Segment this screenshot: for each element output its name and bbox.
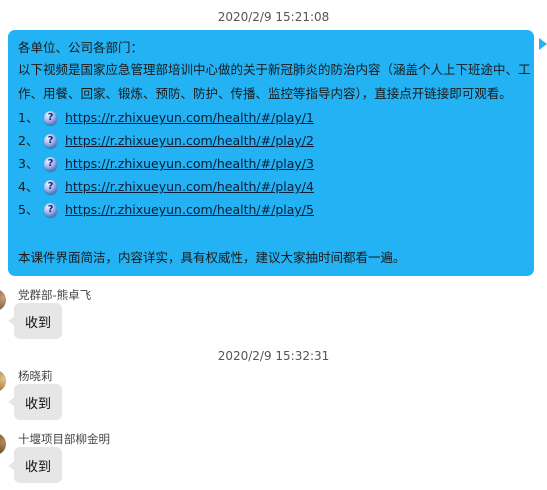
- message-timestamp: 2020/2/9 15:21:08: [217, 10, 330, 24]
- bubble-tail: [539, 38, 547, 50]
- video-link[interactable]: https://r.zhixueyun.com/health/#/play/4: [65, 178, 314, 196]
- link-row: 2、 ? https://r.zhixueyun.com/health/#/pl…: [18, 132, 314, 150]
- avatar[interactable]: [0, 433, 6, 455]
- notice-message-bubble: 各单位、公司各部门： 以下视频是国家应急管理部培训中心做的关于新冠肺炎的防治内容…: [8, 30, 534, 276]
- sender-name: 十堰项目部柳金明: [18, 432, 110, 446]
- question-icon: ?: [44, 203, 57, 217]
- notice-closing: 本课件界面简洁，内容详实，具有权威性，建议大家抽时间都看一遍。: [18, 250, 406, 265]
- link-row: 4、 ? https://r.zhixueyun.com/health/#/pl…: [18, 178, 314, 196]
- link-number: 4、: [18, 179, 39, 194]
- reply-message-bubble: 收到: [14, 447, 62, 483]
- notice-body-line: 以下视频是国家应急管理部培训中心做的关于新冠肺炎的防治内容（涵盖个人上下班途中、…: [18, 62, 531, 77]
- video-link[interactable]: https://r.zhixueyun.com/health/#/play/5: [65, 201, 314, 219]
- avatar[interactable]: [0, 289, 6, 311]
- message-timestamp: 2020/2/9 15:32:31: [217, 349, 330, 363]
- reply-message-bubble: 收到: [14, 303, 62, 339]
- reply-message-bubble: 收到: [14, 384, 62, 420]
- question-icon: ?: [44, 111, 57, 125]
- notice-body-line: 作、用餐、回家、锻炼、预防、防护、传播、监控等指导内容），直接点开链接即可观看。: [18, 86, 512, 101]
- video-link[interactable]: https://r.zhixueyun.com/health/#/play/2: [65, 132, 314, 150]
- link-row: 1、 ? https://r.zhixueyun.com/health/#/pl…: [18, 109, 314, 127]
- sender-name: 党群部-熊卓飞: [18, 288, 92, 302]
- video-link[interactable]: https://r.zhixueyun.com/health/#/play/1: [65, 109, 314, 127]
- link-row: 5、 ? https://r.zhixueyun.com/health/#/pl…: [18, 201, 314, 219]
- link-row: 3、 ? https://r.zhixueyun.com/health/#/pl…: [18, 155, 314, 173]
- video-link[interactable]: https://r.zhixueyun.com/health/#/play/3: [65, 155, 314, 173]
- link-number: 3、: [18, 156, 39, 171]
- question-icon: ?: [44, 180, 57, 194]
- link-number: 2、: [18, 133, 39, 148]
- notice-greeting: 各单位、公司各部门：: [18, 40, 144, 55]
- avatar[interactable]: [0, 370, 6, 392]
- link-number: 5、: [18, 202, 39, 217]
- sender-name: 杨晓莉: [18, 369, 53, 383]
- question-icon: ?: [44, 157, 57, 171]
- link-number: 1、: [18, 110, 39, 125]
- question-icon: ?: [44, 134, 57, 148]
